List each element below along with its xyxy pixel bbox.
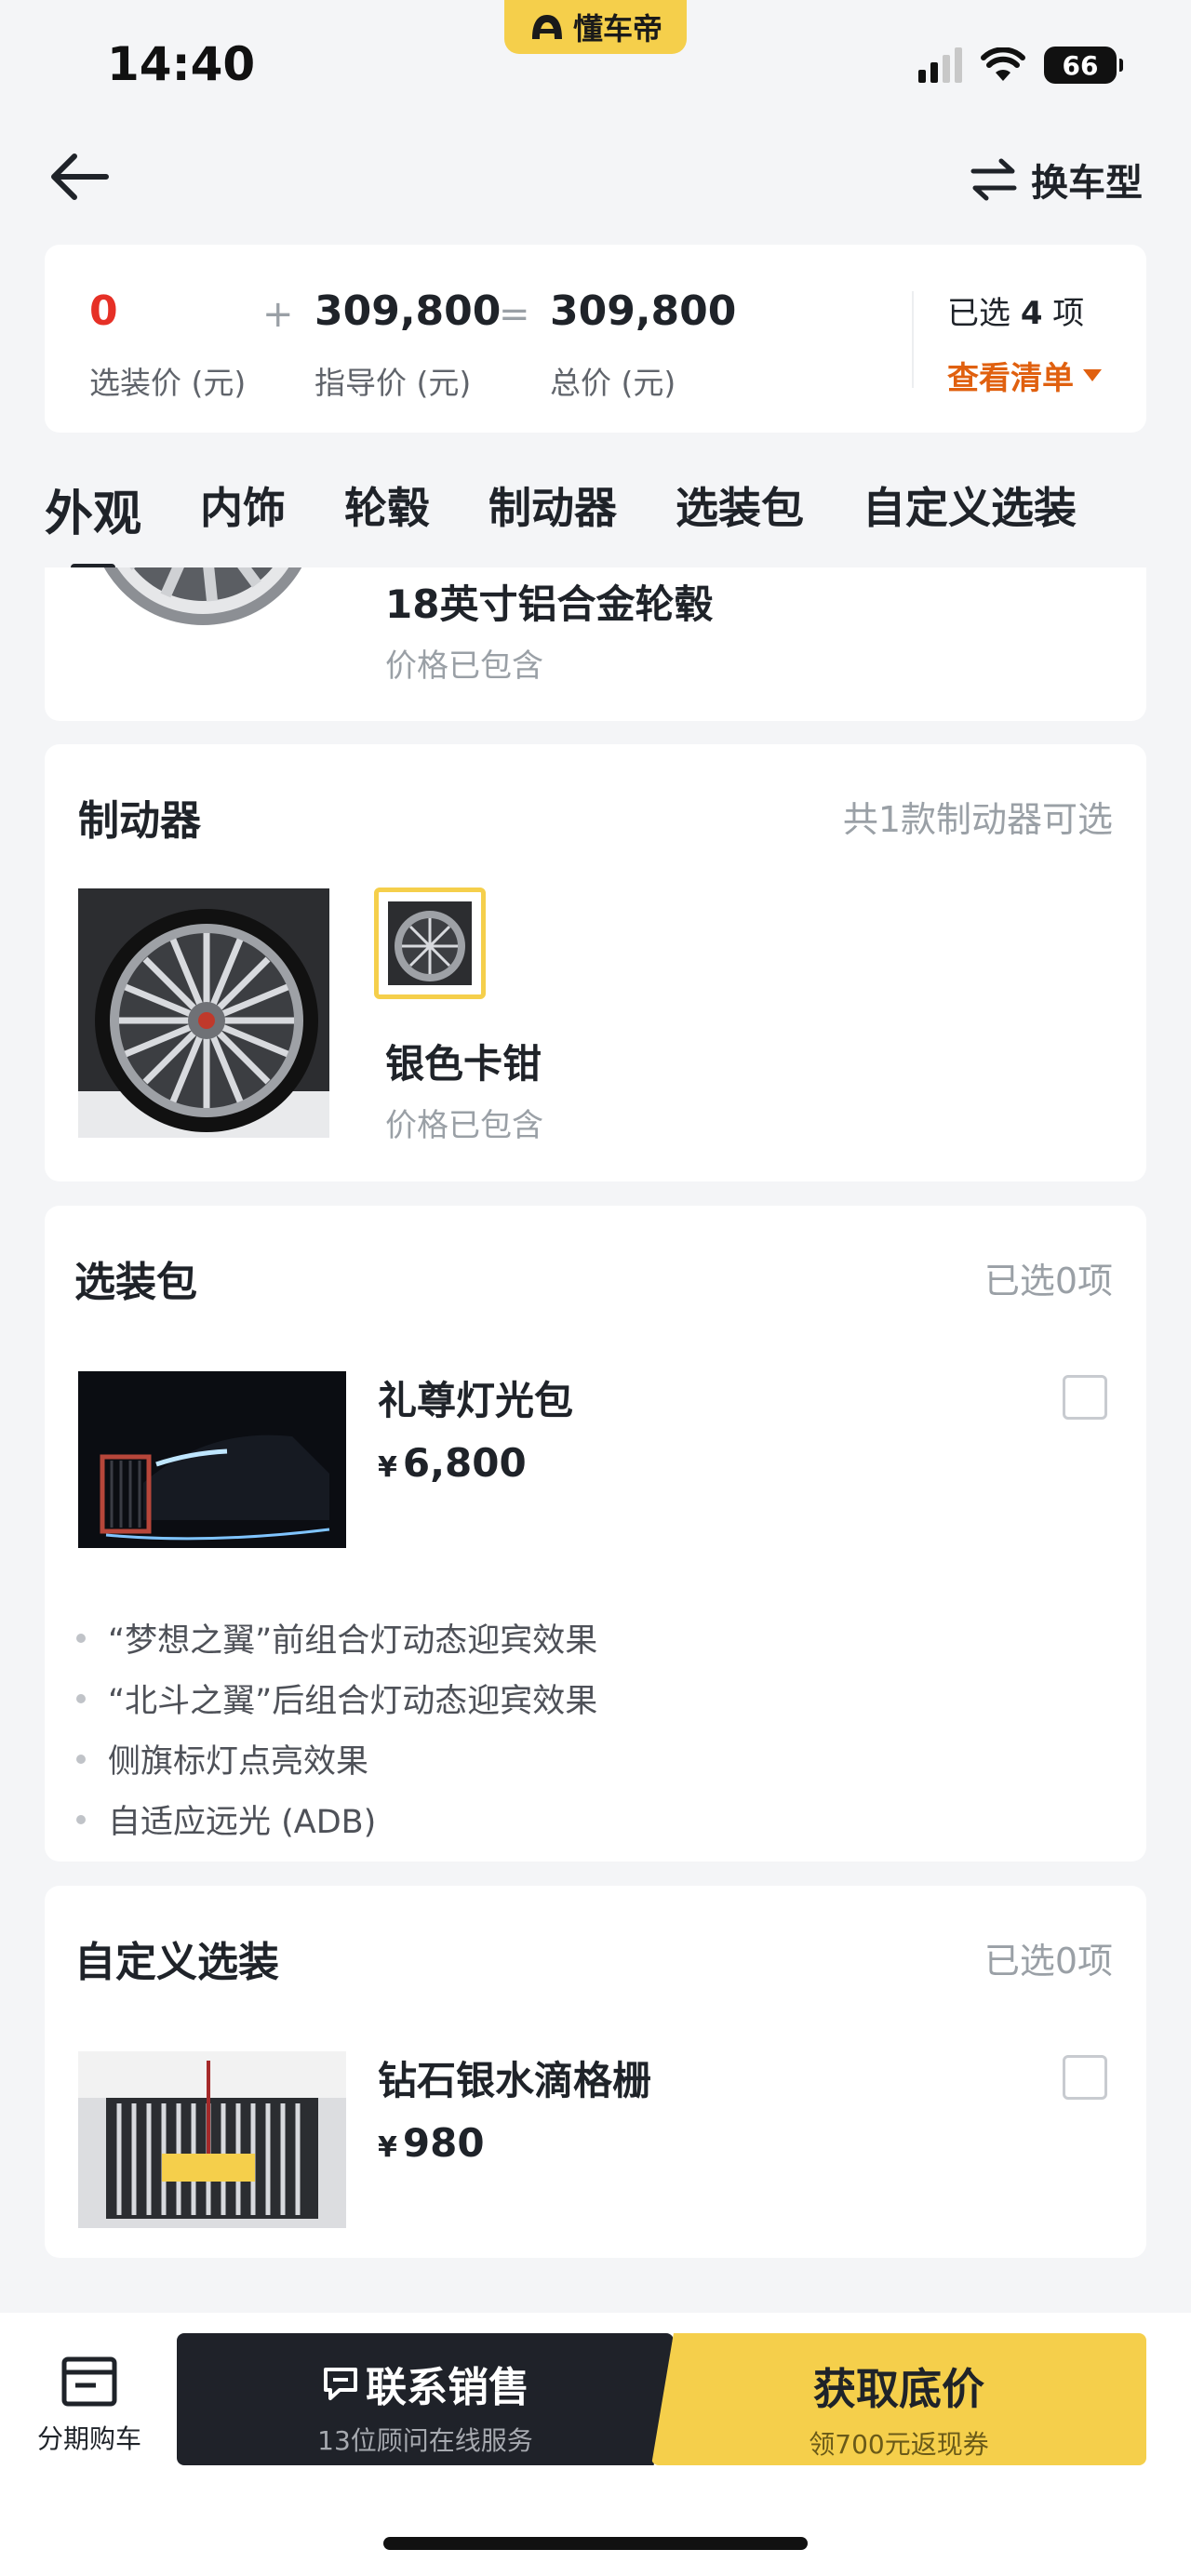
light-package-image[interactable] bbox=[78, 1371, 346, 1548]
tab-interior[interactable]: 内饰 bbox=[200, 474, 286, 558]
dongchedi-logo-icon bbox=[531, 15, 562, 39]
back-arrow-icon[interactable] bbox=[47, 151, 112, 203]
get-lowest-price-label: 获取底价 bbox=[813, 2364, 984, 2414]
guide-price-label: 指导价 (元) bbox=[314, 365, 472, 401]
total-price-value: 309,800 bbox=[550, 287, 737, 335]
contact-sales-label: 联系销售 bbox=[366, 2364, 529, 2411]
brake-card-meta: 共1款制动器可选 bbox=[842, 799, 1113, 840]
brake-swatch-selected[interactable] bbox=[374, 888, 486, 999]
installment-button[interactable]: 分期购车 bbox=[26, 2356, 153, 2456]
plus-sign: + bbox=[262, 293, 294, 336]
status-icons: 66 bbox=[918, 47, 1123, 84]
equals-sign: = bbox=[499, 293, 530, 336]
price-summary-card: 0 选装价 (元) + 309,800 指导价 (元) = 309,800 总价… bbox=[45, 245, 1146, 433]
package-card-meta: 已选0项 bbox=[984, 1261, 1113, 1301]
package-item-price: ¥6,800 bbox=[378, 1440, 527, 1486]
wheel-image[interactable] bbox=[91, 567, 361, 628]
tab-packages[interactable]: 选装包 bbox=[676, 474, 804, 558]
custom-checkbox[interactable] bbox=[1063, 2055, 1107, 2100]
caret-down-icon bbox=[1083, 369, 1102, 381]
wheel-option-status: 价格已包含 bbox=[385, 647, 543, 685]
status-time: 14:40 bbox=[107, 37, 256, 91]
selected-suffix: 项 bbox=[1052, 295, 1085, 332]
selected-count: 已选 4 项 bbox=[947, 287, 1084, 333]
total-price-label: 总价 (元) bbox=[550, 365, 676, 401]
swap-icon bbox=[970, 158, 1017, 201]
top-nav: 换车型 bbox=[0, 140, 1191, 214]
custom-card-meta: 已选0项 bbox=[984, 1941, 1113, 1982]
tab-brakes[interactable]: 制动器 bbox=[488, 474, 617, 558]
grille-image[interactable] bbox=[78, 2051, 346, 2228]
brake-preview-image bbox=[78, 888, 329, 1138]
list-item: “北斗之翼”后组合灯动态迎宾效果 bbox=[76, 1668, 597, 1728]
app-name: 懂车帝 bbox=[572, 11, 662, 47]
package-card-title: 选装包 bbox=[74, 1259, 197, 1306]
get-lowest-price-sub: 领700元返现券 bbox=[809, 2429, 989, 2460]
custom-item-name: 钻石银水滴格栅 bbox=[378, 2058, 652, 2103]
switch-model-label: 换车型 bbox=[1031, 162, 1143, 205]
contact-sales-button[interactable]: 联系销售 13位顾问在线服务 bbox=[177, 2333, 674, 2465]
brake-option-name: 银色卡钳 bbox=[385, 1041, 542, 1087]
option-price-label: 选装价 (元) bbox=[89, 365, 247, 401]
installment-icon bbox=[61, 2356, 117, 2407]
package-card: 选装包 已选0项 礼尊灯光包 ¥6,800 “梦想之翼”前组合灯动态迎宾效果 “… bbox=[45, 1206, 1146, 1862]
app-badge: 懂车帝 bbox=[504, 0, 687, 54]
divider bbox=[912, 291, 914, 388]
get-lowest-price-button[interactable]: 获取底价 领700元返现券 bbox=[651, 2333, 1146, 2465]
total-price: 309,800 总价 (元) bbox=[550, 287, 736, 403]
view-list-label: 查看清单 bbox=[947, 360, 1074, 397]
contact-sales-sub: 13位顾问在线服务 bbox=[317, 2425, 533, 2456]
brake-swatch-image bbox=[388, 901, 472, 985]
list-item: “梦想之翼”前组合灯动态迎宾效果 bbox=[76, 1608, 597, 1668]
category-tabs: 外观 内饰 轮毂 制动器 选装包 自定义选装 bbox=[45, 474, 1135, 571]
currency-symbol: ¥ bbox=[378, 1451, 397, 1484]
custom-item-price: ¥980 bbox=[378, 2120, 485, 2166]
wheel-option-card: 18英寸铝合金轮毂 价格已包含 bbox=[45, 567, 1146, 721]
installment-label: 分期购车 bbox=[36, 2423, 141, 2454]
selected-count-value: 4 bbox=[1020, 295, 1043, 332]
brake-card: 制动器 共1款制动器可选 银色卡钳 价格已包含 bbox=[45, 744, 1146, 1181]
tab-wheels[interactable]: 轮毂 bbox=[344, 474, 430, 558]
tab-exterior[interactable]: 外观 bbox=[45, 474, 141, 571]
package-checkbox[interactable] bbox=[1063, 1375, 1107, 1420]
guide-price: 309,800 指导价 (元) bbox=[314, 287, 501, 403]
list-item: 侧旗标灯点亮效果 bbox=[76, 1728, 597, 1789]
option-price-value: 0 bbox=[89, 287, 118, 335]
tab-custom-options[interactable]: 自定义选装 bbox=[863, 474, 1077, 558]
chat-icon bbox=[324, 2368, 357, 2400]
package-price-value: 6,800 bbox=[402, 1440, 527, 1486]
package-feature-list: “梦想之翼”前组合灯动态迎宾效果 “北斗之翼”后组合灯动态迎宾效果 侧旗标灯点亮… bbox=[76, 1608, 597, 1849]
home-indicator bbox=[383, 2537, 808, 2550]
selected-prefix: 已选 bbox=[947, 295, 1010, 332]
package-item-name: 礼尊灯光包 bbox=[378, 1378, 574, 1423]
cellular-signal-icon bbox=[918, 47, 962, 83]
list-item: 自适应远光 (ADB) bbox=[76, 1789, 597, 1849]
custom-options-card: 自定义选装 已选0项 钻石银水滴格栅 ¥980 bbox=[45, 1886, 1146, 2258]
battery-icon: 66 bbox=[1044, 47, 1123, 84]
brake-card-title: 制动器 bbox=[78, 797, 201, 845]
custom-price-value: 980 bbox=[402, 2120, 485, 2166]
wifi-icon bbox=[981, 47, 1025, 81]
status-bar: 14:40 懂车帝 66 bbox=[0, 0, 1191, 121]
currency-symbol: ¥ bbox=[378, 2131, 397, 2164]
option-price: 0 选装价 (元) bbox=[89, 287, 246, 403]
switch-model-button[interactable]: 换车型 bbox=[970, 153, 1143, 207]
view-list-button[interactable]: 查看清单 bbox=[947, 353, 1102, 398]
guide-price-value: 309,800 bbox=[314, 287, 502, 335]
wheel-option-name: 18英寸铝合金轮毂 bbox=[385, 581, 714, 627]
brake-option-status: 价格已包含 bbox=[385, 1107, 543, 1144]
custom-card-title: 自定义选装 bbox=[74, 1939, 279, 1986]
